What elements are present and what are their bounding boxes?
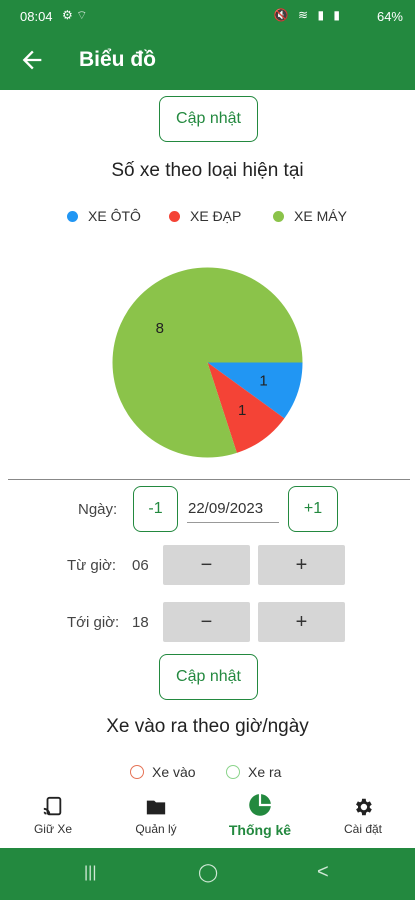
pie-chart-title: Số xe theo loại hiện tại [111, 160, 304, 181]
nav-item-giu-xe[interactable]: Giữ Xe [3, 796, 103, 836]
from-hour-label: Từ giờ: [67, 557, 117, 574]
parking-cast-icon [43, 796, 62, 816]
pie-chart-icon [249, 794, 271, 816]
from-hour-increase-button[interactable]: + [258, 545, 345, 585]
nav-label: Cài đặt [343, 822, 383, 836]
status-time: 08:04 [20, 9, 53, 24]
back-icon[interactable]: < [317, 861, 329, 884]
pie-value-label: 8 [156, 320, 164, 337]
system-status-icons: 🔇 ≋ ▮ ▮ [273, 8, 343, 22]
next-day-button[interactable]: +1 [288, 486, 338, 532]
legend-label: Xe ra [248, 764, 282, 780]
legend-item-xe-ra: Xe ra [226, 764, 281, 780]
gear-icon [356, 798, 372, 816]
legend-label: XE ĐẠP [190, 208, 242, 224]
line-chart-title: Xe vào ra theo giờ/ngày [106, 716, 309, 737]
update-chart-button[interactable]: Cập nhật [159, 654, 258, 700]
to-hour-label: Tới giờ: [67, 614, 120, 631]
notification-icons: ⚙ ⌔ [62, 8, 88, 22]
divider [8, 479, 410, 480]
nav-label: Thống kê [228, 822, 292, 838]
legend-item-may: XE MÁY [273, 208, 347, 224]
previous-day-button[interactable]: -1 [133, 486, 178, 532]
status-bar: 08:04 ⚙ ⌔ 🔇 ≋ ▮ ▮ 64% [0, 0, 415, 32]
nav-item-cai-dat[interactable]: Cài đặt [313, 796, 413, 836]
legend-dot-icon [67, 210, 78, 222]
legend-ring-icon [130, 765, 144, 779]
legend-item-dap: XE ĐẠP [169, 208, 241, 224]
nav-item-thong-ke[interactable]: Thống kê [210, 792, 310, 838]
update-button[interactable]: Cập nhật [159, 96, 258, 142]
nav-label: Giữ Xe [33, 822, 73, 836]
legend-ring-icon [226, 765, 240, 779]
pie-value-label: 1 [259, 373, 267, 390]
back-arrow-icon[interactable] [18, 46, 46, 74]
nav-item-quan-ly[interactable]: Quản lý [106, 796, 206, 836]
pie-chart: 11 8 [112, 267, 303, 458]
date-field[interactable]: 22/09/2023 [188, 500, 280, 517]
pie-value-label: 1 [238, 402, 246, 419]
legend-item-oto: XE ÔTÔ [67, 208, 141, 224]
legend-dot-icon [169, 210, 180, 222]
to-hour-value: 18 [132, 614, 149, 631]
home-icon[interactable]: ◯ [198, 862, 218, 883]
battery-level: 64% [376, 9, 403, 24]
to-hour-decrease-button[interactable]: − [163, 602, 250, 642]
legend-item-xe-vao: Xe vào [130, 764, 196, 780]
legend-label: Xe vào [152, 764, 196, 780]
from-hour-decrease-button[interactable]: − [163, 545, 250, 585]
legend-label: XE MÁY [294, 208, 347, 224]
nav-label: Quản lý [135, 822, 177, 836]
date-field-underline [187, 522, 279, 523]
recent-apps-icon[interactable]: ||| [84, 864, 96, 882]
system-navigation-bar: ||| ◯ < [0, 848, 415, 900]
app-bar: Biểu đồ [0, 32, 415, 90]
folder-icon [146, 800, 166, 815]
legend-label: XE ÔTÔ [88, 208, 141, 224]
date-label: Ngày: [78, 501, 118, 518]
legend-dot-icon [273, 210, 284, 222]
page-title: Biểu đồ [79, 48, 156, 71]
to-hour-increase-button[interactable]: + [258, 602, 345, 642]
bottom-navigation: Giữ Xe Quản lý Thống kê Cài đặt [0, 790, 415, 848]
from-hour-value: 06 [132, 557, 149, 574]
